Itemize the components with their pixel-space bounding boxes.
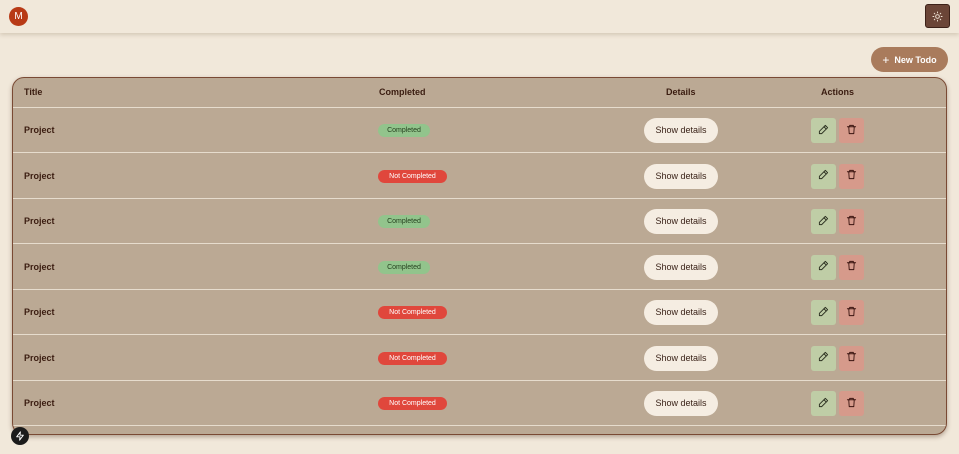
lightning-icon	[16, 431, 24, 441]
delete-button[interactable]	[839, 345, 864, 371]
edit-button[interactable]	[811, 209, 836, 234]
show-details-button[interactable]: Show details	[644, 345, 718, 371]
pencil-icon	[818, 213, 829, 231]
status-badge: Not Completed	[378, 306, 447, 319]
trash-icon	[846, 258, 857, 276]
column-header-actions: Actions	[821, 87, 855, 97]
table-row: Project Not Completed Show details	[13, 154, 946, 199]
column-header-details: Details	[666, 87, 696, 97]
show-details-button[interactable]: Show details	[644, 118, 718, 143]
table-row: Project Completed Show details	[13, 108, 946, 153]
delete-button[interactable]	[839, 300, 864, 325]
pencil-icon	[818, 167, 829, 185]
status-badge: Completed	[378, 215, 430, 228]
table-header: Title Completed Details Actions	[13, 78, 946, 108]
edit-button[interactable]	[811, 254, 836, 280]
show-details-button[interactable]: Show details	[644, 209, 718, 234]
edit-button[interactable]	[811, 300, 836, 325]
status-badge: Not Completed	[378, 169, 447, 183]
table-row: Project Completed Show details	[13, 245, 946, 290]
top-bar: M	[0, 0, 959, 33]
sun-icon	[932, 10, 943, 22]
pencil-icon	[818, 349, 829, 367]
column-header-completed: Completed	[379, 87, 426, 97]
show-details-button[interactable]: Show details	[644, 300, 718, 325]
edit-button[interactable]	[811, 391, 836, 416]
todo-title: Project	[24, 261, 55, 272]
trash-icon	[846, 167, 857, 185]
trash-icon	[846, 213, 857, 231]
show-details-button[interactable]: Show details	[644, 254, 718, 280]
column-header-title: Title	[24, 87, 43, 97]
plus-icon: +	[882, 52, 890, 67]
edit-button[interactable]	[811, 118, 836, 143]
edit-button[interactable]	[811, 163, 836, 189]
pencil-icon	[818, 304, 829, 322]
status-badge: Completed	[378, 124, 430, 137]
todo-table: Title Completed Details Actions Project C…	[12, 77, 947, 435]
table-row: Project Not Completed Show details	[13, 290, 946, 335]
todo-title: Project	[24, 398, 55, 408]
theme-toggle-button[interactable]	[925, 4, 950, 28]
todo-title: Project	[24, 125, 55, 135]
pencil-icon	[818, 122, 829, 140]
trash-icon	[846, 304, 857, 322]
table-row: Project Not Completed Show details	[13, 336, 946, 381]
avatar[interactable]: M	[9, 7, 28, 26]
delete-button[interactable]	[839, 118, 864, 143]
show-details-button[interactable]: Show details	[644, 163, 718, 189]
trash-icon	[846, 122, 857, 140]
edit-button[interactable]	[811, 345, 836, 371]
table-row: Project Completed Show details	[13, 199, 946, 244]
show-details-button[interactable]: Show details	[644, 391, 718, 416]
trash-icon	[846, 395, 857, 413]
dev-tools-button[interactable]	[11, 427, 29, 445]
table-row: Project Not Completed Show details	[13, 381, 946, 426]
pencil-icon	[818, 258, 829, 276]
delete-button[interactable]	[839, 163, 864, 189]
status-badge: Completed	[378, 260, 430, 274]
todo-title: Project	[24, 307, 55, 317]
todo-title: Project	[24, 216, 55, 226]
trash-icon	[846, 349, 857, 367]
new-todo-label: New Todo	[894, 54, 937, 65]
todo-title: Project	[24, 352, 55, 363]
status-badge: Not Completed	[378, 397, 447, 410]
pencil-icon	[818, 395, 829, 413]
delete-button[interactable]	[839, 391, 864, 416]
new-todo-button[interactable]: + New Todo	[871, 47, 948, 72]
status-badge: Not Completed	[378, 351, 447, 365]
todo-title: Project	[24, 170, 55, 181]
delete-button[interactable]	[839, 254, 864, 280]
delete-button[interactable]	[839, 209, 864, 234]
